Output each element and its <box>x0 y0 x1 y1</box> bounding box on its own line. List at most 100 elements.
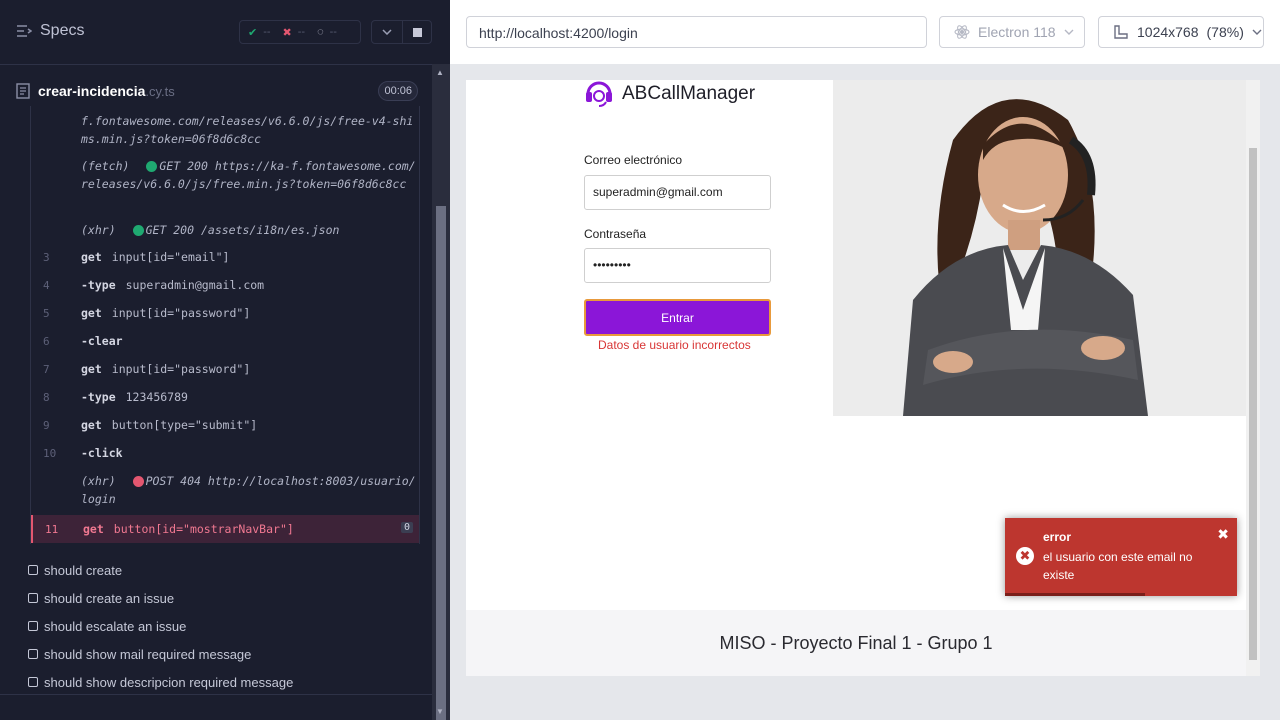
test-title: should create an issue <box>44 590 175 606</box>
command-number: 9 <box>43 418 50 432</box>
test-item[interactable]: should show mail required message <box>28 640 293 668</box>
test-list: should create should create an issue sho… <box>28 556 293 696</box>
log-entry[interactable]: (fetch) GET 200 https://ka-f.fontawesome… <box>81 157 417 193</box>
failed-count: -- <box>297 26 306 38</box>
passed-icon: ✔ <box>248 26 258 39</box>
log-text: https://ka-f.fontawesome.com/releases/v6… <box>81 159 416 191</box>
test-title: should show mail required message <box>44 646 252 662</box>
command-log: f.fontawesome.com/releases/v6.6.0/js/fre… <box>30 106 420 544</box>
command-row[interactable]: 9 get button[type="submit"] <box>31 411 419 439</box>
command-row[interactable]: 10 -click <box>31 439 419 467</box>
command-arg: 123456789 <box>125 390 188 404</box>
pending-icon: ◌ <box>317 26 324 38</box>
log-prefix: (xhr) <box>81 474 116 488</box>
test-status-icon <box>28 677 38 687</box>
test-stats: ✔ -- ✖ -- ◌ -- <box>239 20 361 44</box>
command-row[interactable]: 7 get input[id="password"] <box>31 355 419 383</box>
test-item[interactable]: should show descripcion required message <box>28 668 293 696</box>
viewport-selector[interactable]: 1024x768 (78%) <box>1098 16 1264 48</box>
command-name: get <box>81 418 102 432</box>
error-toast[interactable]: ✖ error el usuario con este email no exi… <box>1005 518 1237 596</box>
test-item[interactable]: should create an issue <box>28 584 293 612</box>
log-status: POST 404 <box>145 474 201 488</box>
command-name: get <box>81 362 102 376</box>
log-entry[interactable]: (xhr) GET 200 /assets/i18n/es.json <box>81 221 417 239</box>
scrollbar-thumb[interactable] <box>1249 148 1257 660</box>
page-footer: MISO - Proyecto Final 1 - Grupo 1 <box>466 610 1246 676</box>
command-name: -type <box>81 390 116 404</box>
spec-file-row: crear-incidencia .cy.ts 00:06 <box>16 76 418 106</box>
stop-icon <box>412 27 422 37</box>
test-status-icon <box>28 593 38 603</box>
test-item[interactable]: should create <box>28 556 293 584</box>
test-item[interactable]: should escalate an issue <box>28 612 293 640</box>
command-row[interactable]: 5 get input[id="password"] <box>31 299 419 327</box>
log-prefix: (fetch) <box>81 159 130 173</box>
log-entry[interactable]: (xhr) POST 404 http://localhost:8003/usu… <box>81 472 417 508</box>
close-icon[interactable]: ✖ <box>1217 526 1229 543</box>
cypress-runner-panel: Specs ✔ -- ✖ -- ◌ -- crear-incidencia .cy.t… <box>0 0 450 720</box>
app-preview-panel: http://localhost:4200/login Electron 118… <box>450 0 1280 720</box>
command-number: 3 <box>43 250 50 264</box>
password-field[interactable]: ••••••••• <box>584 248 771 283</box>
specs-header: Specs ✔ -- ✖ -- ◌ -- <box>0 0 432 65</box>
command-number: 11 <box>45 522 59 536</box>
ruler-icon <box>1114 25 1128 39</box>
scroll-up-icon[interactable]: ▲ <box>436 68 444 77</box>
command-name: -click <box>81 446 123 460</box>
command-arg: input[id="password"] <box>111 362 251 376</box>
submit-button[interactable]: Entrar <box>584 299 771 336</box>
command-row[interactable]: 4 -type superadmin@gmail.com <box>31 271 419 299</box>
chevron-down-button[interactable] <box>371 20 403 44</box>
status-ok-icon <box>146 161 158 172</box>
browser-selector[interactable]: Electron 118 <box>939 16 1085 48</box>
test-title: should escalate an issue <box>44 618 187 634</box>
log-prefix: (xhr) <box>81 223 116 237</box>
log-text: f.fontawesome.com/releases/v6.6.0/js/fre… <box>81 114 414 146</box>
command-arg: button[type="submit"] <box>111 418 258 432</box>
app-logo: ABCallManager <box>584 80 755 108</box>
status-error-icon <box>132 476 144 487</box>
command-row[interactable]: 8 -type 123456789 <box>31 383 419 411</box>
passed-count: -- <box>263 26 271 38</box>
command-name: get <box>83 522 104 536</box>
viewport-scale: (78%) <box>1206 24 1244 40</box>
email-field[interactable]: superadmin@gmail.com <box>584 175 771 210</box>
app-scrollbar[interactable] <box>1246 80 1260 676</box>
test-status-icon <box>28 621 38 631</box>
chevron-down-icon <box>1252 29 1262 35</box>
command-name: -clear <box>81 334 123 348</box>
log-entry[interactable]: f.fontawesome.com/releases/v6.6.0/js/fre… <box>81 112 417 148</box>
login-error-message: Datos de usuario incorrectos <box>598 338 751 352</box>
password-label: Contraseña <box>584 227 647 241</box>
agent-photo <box>833 80 1246 416</box>
specs-toggle[interactable]: Specs <box>16 22 84 40</box>
error-icon: ✖ <box>1016 547 1034 565</box>
file-icon <box>16 83 30 99</box>
command-name: -type <box>81 278 116 292</box>
command-row[interactable]: 6 -clear <box>31 327 419 355</box>
preview-toolbar: http://localhost:4200/login Electron 118… <box>450 0 1280 64</box>
command-row[interactable]: 3 get input[id="email"] <box>31 243 419 271</box>
specs-list-icon <box>17 25 32 37</box>
scrollbar-thumb[interactable] <box>436 206 446 720</box>
failed-icon: ✖ <box>282 26 292 39</box>
command-log-scrollbar[interactable]: ▲ ▼ <box>432 64 450 720</box>
headset-logo-icon <box>586 81 612 107</box>
stop-button[interactable] <box>402 20 432 44</box>
test-title: should show descripcion required message <box>44 674 294 690</box>
browser-name: Electron 118 <box>978 24 1056 40</box>
log-text: /assets/i18n/es.json <box>200 223 340 237</box>
app-iframe: ABCallManager Correo electrónico superad… <box>466 80 1260 676</box>
command-number: 10 <box>43 446 57 460</box>
url-bar[interactable]: http://localhost:4200/login <box>466 16 927 48</box>
failed-command-row[interactable]: 11 get button[id="mostrarNavBar"] 0 <box>31 515 419 543</box>
toast-title: error <box>1043 530 1072 544</box>
spec-ext: .cy.ts <box>145 83 175 99</box>
count-badge: 0 <box>400 522 413 533</box>
status-ok-icon <box>132 225 144 236</box>
command-name: get <box>81 306 102 320</box>
chevron-down-icon <box>382 29 392 35</box>
command-number: 8 <box>43 390 50 404</box>
scroll-down-icon[interactable]: ▼ <box>436 707 444 716</box>
